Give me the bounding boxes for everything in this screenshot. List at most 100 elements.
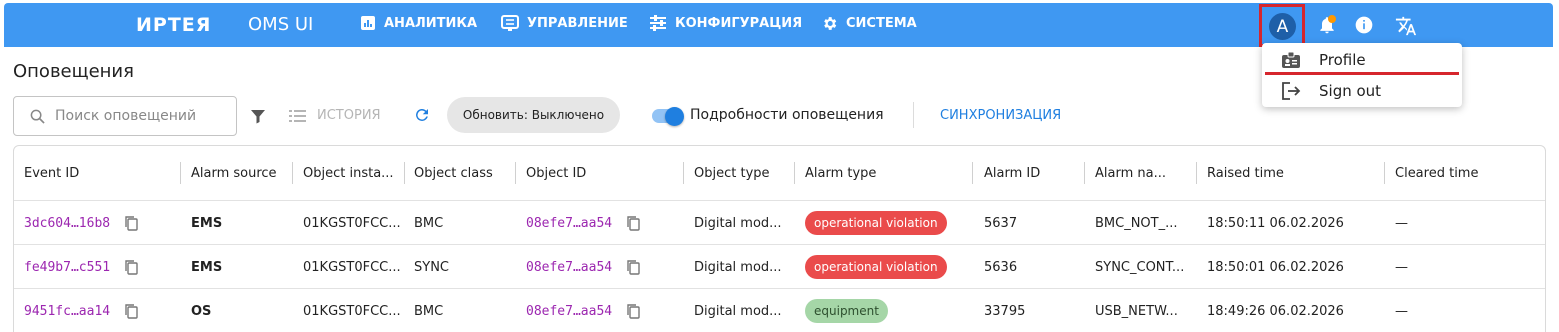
table-row[interactable]: 3dc604…16b8 EMS 01KGST0FCC... BMC 08efe7… [14, 200, 1545, 245]
details-toggle[interactable] [652, 107, 684, 126]
history-button[interactable]: ИСТОРИЯ [289, 108, 381, 123]
page-title: Оповещения [13, 61, 134, 82]
column-header-alarm-name[interactable]: Alarm na... [1095, 146, 1166, 200]
column-header-cleared-time[interactable]: Cleared time [1395, 146, 1478, 200]
copy-icon[interactable] [626, 303, 640, 319]
raised-time-cell: 18:49:26 06.02.2026 [1207, 303, 1344, 319]
column-separator[interactable] [515, 162, 516, 184]
raised-time-cell: 18:50:11 06.02.2026 [1207, 215, 1344, 231]
toolbar-divider [913, 102, 914, 128]
column-separator[interactable] [1084, 162, 1085, 184]
search-icon [30, 109, 45, 124]
column-header-object-type[interactable]: Object type [694, 146, 770, 200]
object-class-cell: SYNC [414, 259, 449, 275]
nav-system-label: СИСТЕМА [846, 16, 917, 31]
column-separator[interactable] [1196, 162, 1197, 184]
alarm-type-cell: operational violation [805, 201, 947, 245]
object-id-cell: 08efe7…aa54 [526, 245, 640, 289]
menu-item-profile[interactable]: Profile [1262, 44, 1462, 75]
search-input[interactable] [55, 108, 215, 124]
alarm-type-badge: operational violation [805, 255, 947, 279]
tune-icon [649, 15, 667, 31]
history-label: ИСТОРИЯ [317, 108, 381, 123]
column-header-object-instance[interactable]: Object insta... [303, 146, 394, 200]
nav-configuration[interactable]: КОНФИГУРАЦИЯ [649, 15, 802, 31]
object-type-cell: Digital mod... [694, 259, 782, 275]
object-instance-cell: 01KGST0FCC... [303, 215, 401, 231]
column-header-object-class[interactable]: Object class [414, 146, 493, 200]
alarm-type-badge: operational violation [805, 211, 947, 235]
user-menu: Profile Sign out [1262, 43, 1462, 107]
alarm-id-cell: 5636 [984, 259, 1018, 275]
raised-time-cell: 18:50:01 06.02.2026 [1207, 259, 1344, 275]
alarm-name-cell: BMC_NOT_... [1095, 215, 1178, 231]
copy-icon[interactable] [124, 259, 138, 275]
object-instance-cell: 01KGST0FCC... [303, 303, 401, 319]
event-id-cell: 3dc604…16b8 [24, 201, 138, 245]
column-separator[interactable] [972, 162, 973, 184]
nav-management[interactable]: УПРАВЛЕНИЕ [501, 15, 628, 31]
object-instance-cell: 01KGST0FCC... [303, 259, 401, 275]
menu-item-profile-label: Profile [1319, 50, 1366, 69]
sync-button[interactable]: СИНХРОНИЗАЦИЯ [940, 108, 1061, 123]
brand-logo[interactable]: ИРТЕЯ [136, 14, 211, 36]
column-separator[interactable] [180, 162, 181, 184]
object-id-link[interactable]: 08efe7…aa54 [526, 216, 612, 231]
object-id-cell: 08efe7…aa54 [526, 201, 640, 245]
column-separator[interactable] [404, 162, 405, 184]
event-id-link[interactable]: fe49b7…c551 [24, 260, 110, 275]
refresh-icon[interactable] [413, 106, 431, 124]
column-header-alarm-type[interactable]: Alarm type [805, 146, 876, 200]
column-header-object-id[interactable]: Object ID [526, 146, 586, 200]
copy-icon[interactable] [626, 215, 640, 231]
table-row[interactable]: 9451fc…aa14 OS 01KGST0FCC... BMC 08efe7…… [14, 288, 1545, 332]
filter-icon[interactable] [250, 108, 266, 124]
cleared-time-cell: — [1395, 303, 1408, 319]
translate-icon[interactable] [1395, 15, 1417, 37]
object-id-cell: 08efe7…aa54 [526, 289, 640, 332]
copy-icon[interactable] [626, 259, 640, 275]
alarm-type-cell: equipment [805, 289, 888, 332]
nav-analytics-label: АНАЛИТИКА [384, 15, 478, 31]
alarm-id-cell: 5637 [984, 215, 1018, 231]
column-separator[interactable] [292, 162, 293, 184]
column-header-raised-time[interactable]: Raised time [1207, 146, 1284, 200]
event-id-link[interactable]: 9451fc…aa14 [24, 304, 110, 319]
column-header-alarm-id[interactable]: Alarm ID [984, 146, 1040, 200]
copy-icon[interactable] [124, 215, 138, 231]
toggle-knob [665, 107, 684, 126]
object-id-link[interactable]: 08efe7…aa54 [526, 260, 612, 275]
nav-analytics[interactable]: АНАЛИТИКА [360, 15, 477, 31]
management-icon [501, 15, 519, 31]
details-toggle-label: Подробности оповещения [690, 107, 884, 123]
column-separator[interactable] [1384, 162, 1385, 184]
column-header-alarm-source[interactable]: Alarm source [191, 146, 277, 200]
app-name: OMS UI [248, 14, 314, 35]
info-icon[interactable] [1354, 15, 1374, 35]
column-separator[interactable] [683, 162, 684, 184]
alarm-type-badge: equipment [805, 299, 888, 323]
avatar[interactable]: A [1269, 13, 1296, 40]
nav-system[interactable]: СИСТЕМА [821, 15, 917, 32]
alarm-name-cell: SYNC_CONT... [1095, 259, 1185, 275]
column-header-event-id[interactable]: Event ID [24, 146, 79, 200]
bell-icon[interactable] [1317, 15, 1337, 35]
copy-icon[interactable] [124, 303, 138, 319]
event-id-cell: fe49b7…c551 [24, 245, 138, 289]
column-separator[interactable] [794, 162, 795, 184]
search-field[interactable] [13, 96, 237, 136]
table-row[interactable]: fe49b7…c551 EMS 01KGST0FCC... SYNC 08efe… [14, 244, 1545, 289]
nav-configuration-label: КОНФИГУРАЦИЯ [675, 15, 803, 31]
menu-item-sign-out[interactable]: Sign out [1262, 75, 1462, 106]
menu-item-sign-out-label: Sign out [1319, 81, 1382, 100]
object-id-link[interactable]: 08efe7…aa54 [526, 304, 612, 319]
object-type-cell: Digital mod... [694, 215, 782, 231]
event-id-link[interactable]: 3dc604…16b8 [24, 216, 110, 231]
auto-refresh-button[interactable]: Обновить: Выключено [447, 97, 620, 133]
logout-icon [1281, 81, 1301, 100]
alarm-name-cell: USB_NETW... [1095, 303, 1178, 319]
app-bar: ИРТЕЯ OMS UI АНАЛИТИКА УПРАВЛЕНИЕ КОНФИГ… [4, 3, 1553, 47]
nav-management-label: УПРАВЛЕНИЕ [527, 15, 628, 31]
alarm-type-cell: operational violation [805, 245, 947, 289]
alarms-table: Event ID Alarm source Object insta... Ob… [13, 145, 1546, 332]
